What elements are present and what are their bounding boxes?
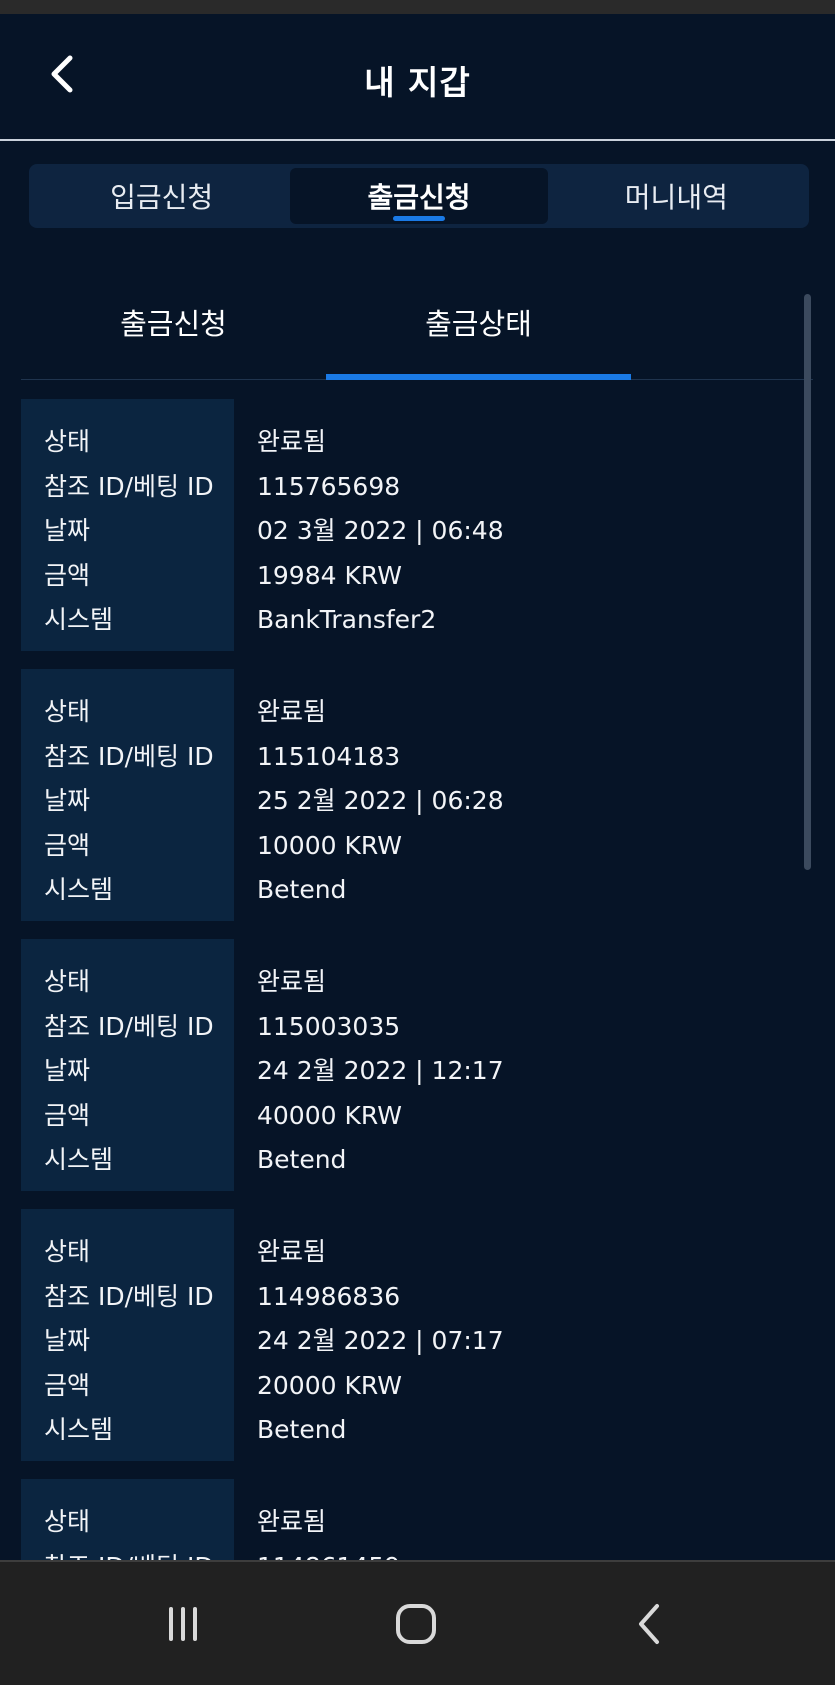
back-nav-button[interactable] bbox=[610, 1592, 690, 1656]
label-date: 날짜 bbox=[44, 1326, 91, 1355]
label-date: 날짜 bbox=[44, 786, 91, 815]
tab-withdraw[interactable]: 출금신청 bbox=[290, 168, 548, 224]
value-amount: 20000 KRW bbox=[257, 1370, 402, 1400]
label-ref-id: 참조 ID/베팅 ID bbox=[44, 741, 214, 771]
label-system: 시스템 bbox=[44, 875, 114, 904]
value-ref-id: 114986836 bbox=[257, 1281, 401, 1311]
value-ref-id: 115104183 bbox=[257, 741, 401, 771]
recent-apps-icon bbox=[169, 1607, 197, 1641]
label-date: 날짜 bbox=[44, 516, 91, 545]
record-labels: 상태 참조 ID/베팅 ID 날짜 금액 시스템 bbox=[21, 939, 234, 1191]
record-values: 완료됨 115003035 24 2월 2022 | 12:17 40000 K… bbox=[234, 939, 801, 1191]
record-labels: 상태 참조 ID/베팅 ID 날짜 금액 시스템 bbox=[21, 1479, 234, 1560]
system-nav-bar bbox=[0, 1562, 835, 1685]
label-ref-id: 참조 ID/베팅 ID bbox=[44, 1549, 234, 1561]
value-amount: 40000 KRW bbox=[257, 1100, 402, 1130]
value-ref-id: 115003035 bbox=[257, 1011, 401, 1041]
subtab-withdraw-request[interactable]: 출금신청 bbox=[21, 270, 326, 379]
tab-money-history[interactable]: 머니내역 bbox=[548, 168, 805, 224]
value-status: 완료됨 bbox=[257, 967, 327, 996]
label-amount: 금액 bbox=[44, 1100, 91, 1130]
withdrawal-record: 상태 참조 ID/베팅 ID 날짜 금액 시스템 완료됨 114861459 bbox=[21, 1479, 801, 1560]
value-date: 02 3월 2022 | 06:48 bbox=[257, 516, 504, 545]
label-system: 시스템 bbox=[44, 1145, 114, 1174]
record-values: 완료됨 115765698 02 3월 2022 | 06:48 19984 K… bbox=[234, 399, 801, 651]
record-labels: 상태 참조 ID/베팅 ID 날짜 금액 시스템 bbox=[21, 399, 234, 651]
label-ref-id: 참조 ID/베팅 ID bbox=[44, 1281, 214, 1311]
scrollbar[interactable] bbox=[804, 294, 811, 870]
record-values: 완료됨 114986836 24 2월 2022 | 07:17 20000 K… bbox=[234, 1209, 801, 1461]
value-system: Betend bbox=[257, 875, 347, 904]
withdrawal-record: 상태 참조 ID/베팅 ID 날짜 금액 시스템 완료됨 115104183 2… bbox=[21, 669, 801, 921]
label-amount: 금액 bbox=[44, 1370, 91, 1400]
label-system: 시스템 bbox=[44, 1415, 114, 1444]
main-tabs: 입금신청 출금신청 머니내역 bbox=[29, 164, 809, 228]
value-status: 완료됨 bbox=[257, 1237, 327, 1266]
label-date: 날짜 bbox=[44, 1056, 91, 1085]
page-title: 내 지갑 bbox=[364, 63, 471, 102]
label-status: 상태 bbox=[44, 967, 91, 996]
label-status: 상태 bbox=[44, 1237, 91, 1266]
value-date: 25 2월 2022 | 06:28 bbox=[257, 786, 504, 815]
record-values: 완료됨 115104183 25 2월 2022 | 06:28 10000 K… bbox=[234, 669, 801, 921]
label-system: 시스템 bbox=[44, 605, 114, 634]
value-status: 완료됨 bbox=[257, 427, 327, 456]
value-date: 24 2월 2022 | 07:17 bbox=[257, 1326, 504, 1355]
withdrawal-record: 상태 참조 ID/베팅 ID 날짜 금액 시스템 완료됨 114986836 2… bbox=[21, 1209, 801, 1461]
value-status: 완료됨 bbox=[257, 697, 327, 726]
home-icon bbox=[396, 1604, 436, 1644]
record-values: 완료됨 114861459 bbox=[234, 1479, 801, 1560]
subtab-withdraw-status[interactable]: 출금상태 bbox=[326, 270, 631, 380]
label-status: 상태 bbox=[44, 697, 91, 726]
home-button[interactable] bbox=[376, 1592, 456, 1656]
record-labels: 상태 참조 ID/베팅 ID 날짜 금액 시스템 bbox=[21, 669, 234, 921]
value-system: Betend bbox=[257, 1415, 347, 1444]
label-ref-id: 참조 ID/베팅 ID bbox=[44, 471, 214, 501]
label-ref-id: 참조 ID/베팅 ID bbox=[44, 1011, 214, 1041]
record-labels: 상태 참조 ID/베팅 ID 날짜 금액 시스템 bbox=[21, 1209, 234, 1461]
withdrawal-record: 상태 참조 ID/베팅 ID 날짜 금액 시스템 완료됨 115765698 0… bbox=[21, 399, 801, 651]
value-system: BankTransfer2 bbox=[257, 605, 437, 634]
value-amount: 10000 KRW bbox=[257, 830, 402, 860]
sub-tabs: 출금신청 출금상태 bbox=[21, 270, 813, 380]
status-bar bbox=[0, 0, 835, 14]
value-system: Betend bbox=[257, 1145, 347, 1174]
tab-deposit[interactable]: 입금신청 bbox=[33, 168, 290, 224]
value-date: 24 2월 2022 | 12:17 bbox=[257, 1056, 504, 1085]
withdrawal-record: 상태 참조 ID/베팅 ID 날짜 금액 시스템 완료됨 115003035 2… bbox=[21, 939, 801, 1191]
label-status: 상태 bbox=[44, 1507, 91, 1536]
label-status: 상태 bbox=[44, 427, 91, 456]
label-amount: 금액 bbox=[44, 830, 91, 860]
value-amount: 19984 KRW bbox=[257, 560, 402, 590]
recent-apps-button[interactable] bbox=[143, 1592, 223, 1656]
value-ref-id: 114861459 bbox=[257, 1549, 801, 1561]
withdrawal-list: 상태 참조 ID/베팅 ID 날짜 금액 시스템 완료됨 115765698 0… bbox=[21, 399, 801, 1560]
value-ref-id: 115765698 bbox=[257, 471, 401, 501]
header: 내 지갑 bbox=[0, 14, 835, 141]
label-amount: 금액 bbox=[44, 560, 91, 590]
value-status: 완료됨 bbox=[257, 1507, 327, 1536]
back-icon bbox=[639, 1604, 659, 1644]
